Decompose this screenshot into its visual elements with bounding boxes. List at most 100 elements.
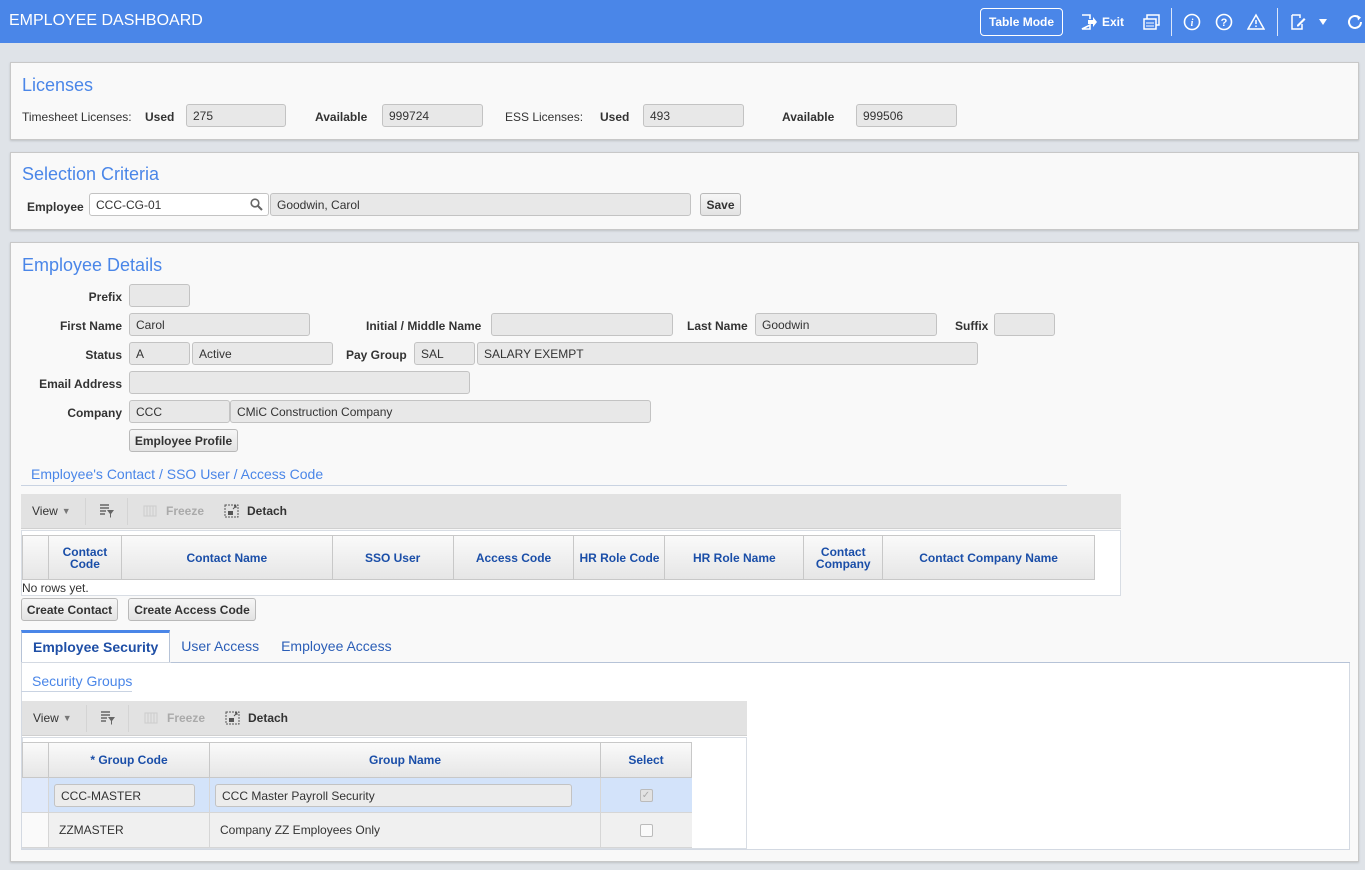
employee-details-title: Employee Details — [22, 255, 163, 275]
create-access-code-button[interactable]: Create Access Code — [128, 598, 256, 621]
column-header[interactable]: Contact Company Name — [883, 536, 1094, 579]
create-contact-button[interactable]: Create Contact — [21, 598, 118, 621]
licenses-title: Licenses — [22, 75, 94, 95]
suffix-label: Suffix — [955, 319, 989, 333]
view-menu[interactable]: View ▼ — [33, 711, 72, 725]
column-header[interactable]: HR Role Name — [665, 536, 805, 579]
exit-label: Exit — [1102, 14, 1125, 29]
freeze-button[interactable]: Freeze — [144, 711, 205, 725]
column-header[interactable]: Contact Company — [804, 536, 884, 579]
tab-user-access[interactable]: User Access — [170, 630, 270, 663]
company-label: Company — [67, 406, 122, 420]
divider — [171, 662, 1350, 663]
status-label: Status — [85, 348, 122, 362]
select-cell: ✓ — [601, 778, 691, 812]
timesheet-available-label: Available — [315, 110, 368, 124]
print-icon[interactable] — [1143, 0, 1161, 43]
first-name-field: Carol — [129, 313, 310, 336]
tab-employee-security[interactable]: Employee Security — [21, 630, 171, 663]
freeze-label: Freeze — [166, 504, 205, 518]
row-header — [22, 813, 49, 847]
employee-name-field: Goodwin, Carol — [270, 193, 691, 216]
detach-icon — [224, 504, 239, 518]
prefix-label: Prefix — [88, 290, 122, 304]
company-name-field: CMiC Construction Company — [230, 400, 651, 423]
table-mode-button[interactable]: Table Mode — [980, 8, 1063, 36]
contacts-grid-header: Contact Code Contact Name SSO User Acces… — [22, 535, 1095, 580]
last-name-label: Last Name — [687, 319, 748, 333]
timesheet-available-field: 999724 — [382, 104, 483, 127]
group-name-field[interactable]: CCC Master Payroll Security — [215, 783, 572, 807]
group-code-cell: CCC-MASTER — [49, 778, 210, 812]
group-name-cell: Company ZZ Employees Only — [210, 813, 601, 847]
suffix-field — [994, 313, 1055, 336]
view-menu[interactable]: View ▼ — [32, 504, 71, 518]
divider — [127, 498, 128, 525]
contacts-section-title: Employee's Contact / SSO User / Access C… — [31, 466, 324, 482]
employee-code-input[interactable]: CCC-CG-01 — [89, 193, 269, 216]
warning-icon[interactable] — [1247, 0, 1265, 43]
detach-button[interactable]: Detach — [224, 504, 287, 518]
pay-group-code-field: SAL — [414, 342, 475, 365]
status-code-field: A — [129, 342, 190, 365]
divider — [86, 705, 87, 732]
pay-group-label: Pay Group — [346, 348, 407, 362]
column-header[interactable]: SSO User — [333, 536, 454, 579]
select-cell — [601, 813, 691, 847]
last-name-field: Goodwin — [755, 313, 937, 336]
no-rows-text: No rows yet. — [22, 581, 89, 595]
column-header[interactable]: * Group Code — [49, 743, 210, 777]
query-filter-icon[interactable] — [99, 504, 115, 518]
info-icon[interactable]: i — [1183, 0, 1201, 43]
selection-criteria-title: Selection Criteria — [22, 164, 160, 184]
column-header[interactable]: Contact Name — [122, 536, 333, 579]
freeze-button[interactable]: Freeze — [143, 504, 204, 518]
ess-available-label: Available — [782, 110, 835, 124]
column-header[interactable]: Group Name — [210, 743, 601, 777]
group-name-cell: CCC Master Payroll Security — [210, 778, 601, 812]
column-header[interactable]: Access Code — [454, 536, 575, 579]
query-filter-icon[interactable] — [100, 711, 116, 725]
view-label: View — [32, 504, 58, 518]
timesheet-used-label: Used — [145, 110, 175, 124]
security-tabs: Employee Security User Access Employee A… — [21, 630, 403, 663]
selection-criteria-panel: Selection Criteria Employee CCC-CG-01 Go… — [10, 152, 1359, 230]
edit-icon[interactable] — [1289, 0, 1307, 43]
security-grid-header: * Group Code Group Name Select — [22, 742, 692, 778]
freeze-icon — [143, 505, 157, 517]
contacts-toolbar: View ▼ Freeze Detach — [21, 494, 1121, 529]
detach-button[interactable]: Detach — [225, 711, 288, 725]
refresh-icon[interactable] — [1346, 0, 1364, 43]
employee-profile-button[interactable]: Employee Profile — [129, 429, 238, 452]
table-row[interactable]: CCC-MASTER CCC Master Payroll Security ✓ — [22, 778, 692, 813]
middle-name-field — [491, 313, 673, 336]
employee-label: Employee — [27, 200, 84, 214]
freeze-label: Freeze — [167, 711, 206, 725]
column-header[interactable]: Select — [601, 743, 691, 777]
timesheet-used-field: 275 — [186, 104, 286, 127]
search-icon[interactable] — [250, 198, 263, 211]
ess-licenses-label: ESS Licenses: — [505, 110, 584, 124]
ess-available-field: 999506 — [856, 104, 957, 127]
exit-button[interactable]: Exit — [1080, 0, 1124, 43]
help-icon[interactable]: ? — [1215, 0, 1233, 43]
tab-employee-access[interactable]: Employee Access — [270, 630, 403, 663]
column-header[interactable]: HR Role Code — [574, 536, 666, 579]
column-header[interactable]: Contact Code — [49, 536, 122, 579]
row-header-column — [23, 743, 49, 777]
select-checkbox[interactable]: ✓ — [639, 788, 653, 802]
group-code-cell: ZZMASTER — [49, 813, 210, 847]
security-toolbar: View ▼ Freeze Detach — [22, 701, 747, 736]
chevron-down-icon[interactable] — [1318, 0, 1328, 43]
detach-label: Detach — [247, 504, 288, 518]
ess-used-field: 493 — [643, 104, 744, 127]
table-row[interactable]: ZZMASTER Company ZZ Employees Only — [22, 813, 692, 848]
timesheet-licenses-label: Timesheet Licenses: — [22, 110, 132, 124]
group-code-field[interactable]: CCC-MASTER — [54, 783, 195, 807]
save-button[interactable]: Save — [700, 193, 741, 216]
select-checkbox[interactable] — [639, 823, 653, 837]
svg-text:?: ? — [1221, 17, 1228, 29]
svg-text:i: i — [1191, 18, 1194, 29]
prefix-field — [129, 284, 190, 307]
divider — [1171, 8, 1172, 36]
